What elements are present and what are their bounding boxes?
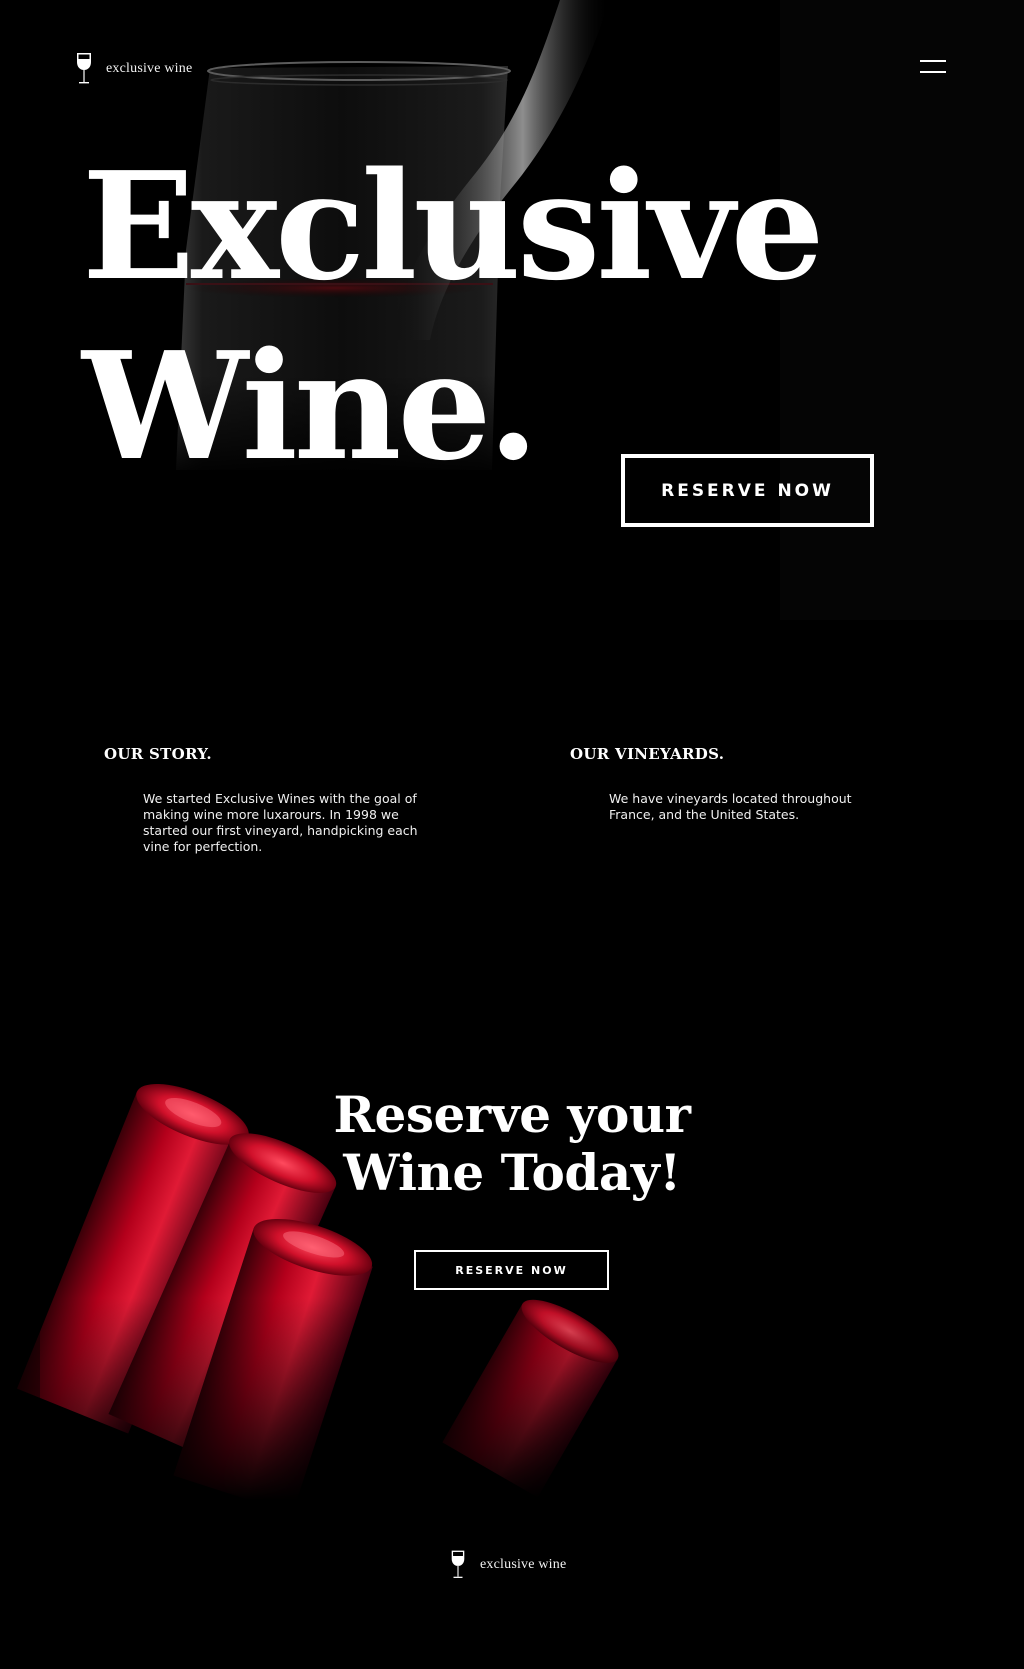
brand-name: exclusive wine [106, 61, 193, 76]
hero-title-line-1: Exclusive [82, 139, 825, 313]
reserve-title-line-1: Reserve your [333, 1085, 691, 1144]
reserve-now-button-secondary[interactable]: RESERVE NOW [414, 1250, 609, 1290]
our-story-text: We started Exclusive Wines with the goal… [143, 791, 418, 854]
our-story-heading: OUR STORY. [104, 745, 212, 763]
hamburger-menu-icon[interactable] [920, 60, 946, 76]
reserve-title-line-2: Wine Today! [343, 1143, 681, 1202]
footer-brand-name: exclusive wine [480, 1557, 567, 1572]
footer-logo[interactable]: exclusive wine [449, 1548, 566, 1582]
reserve-title: Reserve your Wine Today! [0, 1086, 1024, 1202]
menu-line [920, 60, 946, 62]
wine-glass-icon [77, 53, 91, 84]
reserve-now-button[interactable]: RESERVE NOW [621, 454, 874, 527]
our-vineyards-block: OUR VINEYARDS. We have vineyards located… [570, 745, 950, 823]
our-story-block: OUR STORY. We started Exclusive Wines wi… [104, 745, 484, 855]
reserve-section: Reserve your Wine Today! RESERVE NOW [0, 1050, 1024, 1500]
header-logo[interactable]: exclusive wine [74, 52, 192, 86]
our-vineyards-heading: OUR VINEYARDS. [570, 745, 725, 763]
our-vineyards-text: We have vineyards located throughout Fra… [609, 791, 852, 822]
menu-line [920, 71, 946, 73]
hero-section: exclusive wine Exclusive Wine. RESERVE N… [0, 0, 1024, 620]
hero-title: Exclusive Wine. [82, 136, 825, 496]
wine-glass-icon [451, 1550, 465, 1578]
